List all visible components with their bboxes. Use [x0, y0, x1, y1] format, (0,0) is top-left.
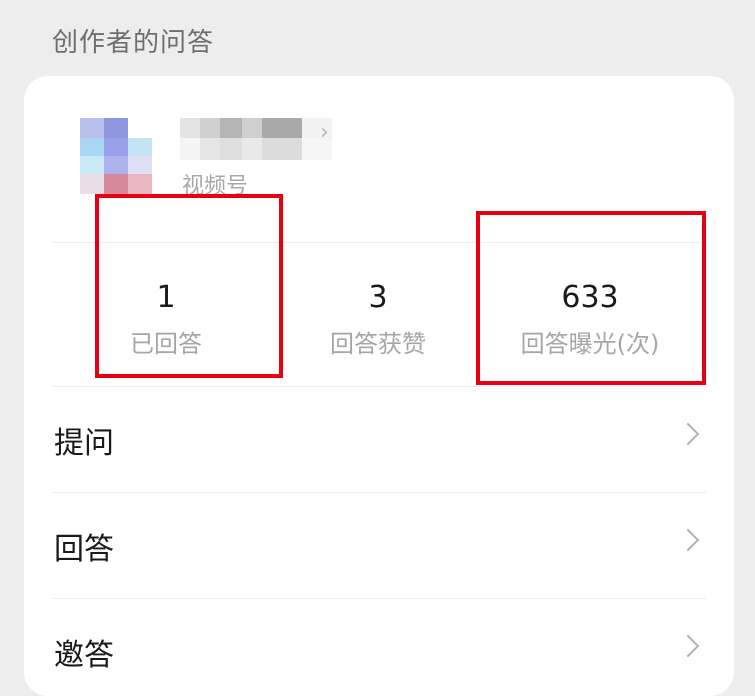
menu-item-label: 邀答 — [54, 638, 114, 673]
account-name-blurred — [180, 118, 332, 162]
menu-item-invite[interactable]: 邀答 — [24, 598, 734, 696]
stat-value: 3 — [368, 280, 388, 315]
profile-chevron-icon: › — [320, 120, 329, 145]
stat-label: 回答获赞 — [330, 330, 426, 358]
section-title: 创作者的问答 — [52, 28, 215, 58]
highlight-box-exposure — [476, 211, 706, 385]
menu-item-answer[interactable]: 回答 — [24, 492, 734, 598]
creator-qa-card: › 视频号 1 已回答 3 回答获赞 633 回答曝光(次) 提问 回答 邀答 — [24, 76, 734, 696]
menu-item-ask[interactable]: 提问 — [24, 386, 734, 492]
menu-item-label: 提问 — [54, 426, 114, 461]
chevron-right-icon — [676, 528, 700, 552]
chevron-right-icon — [676, 422, 700, 446]
stat-likes[interactable]: 3 回答获赞 — [268, 242, 488, 386]
highlight-box-answered — [95, 194, 283, 378]
chevron-right-icon — [676, 634, 700, 658]
menu-item-label: 回答 — [54, 532, 114, 567]
avatar[interactable] — [80, 118, 152, 194]
